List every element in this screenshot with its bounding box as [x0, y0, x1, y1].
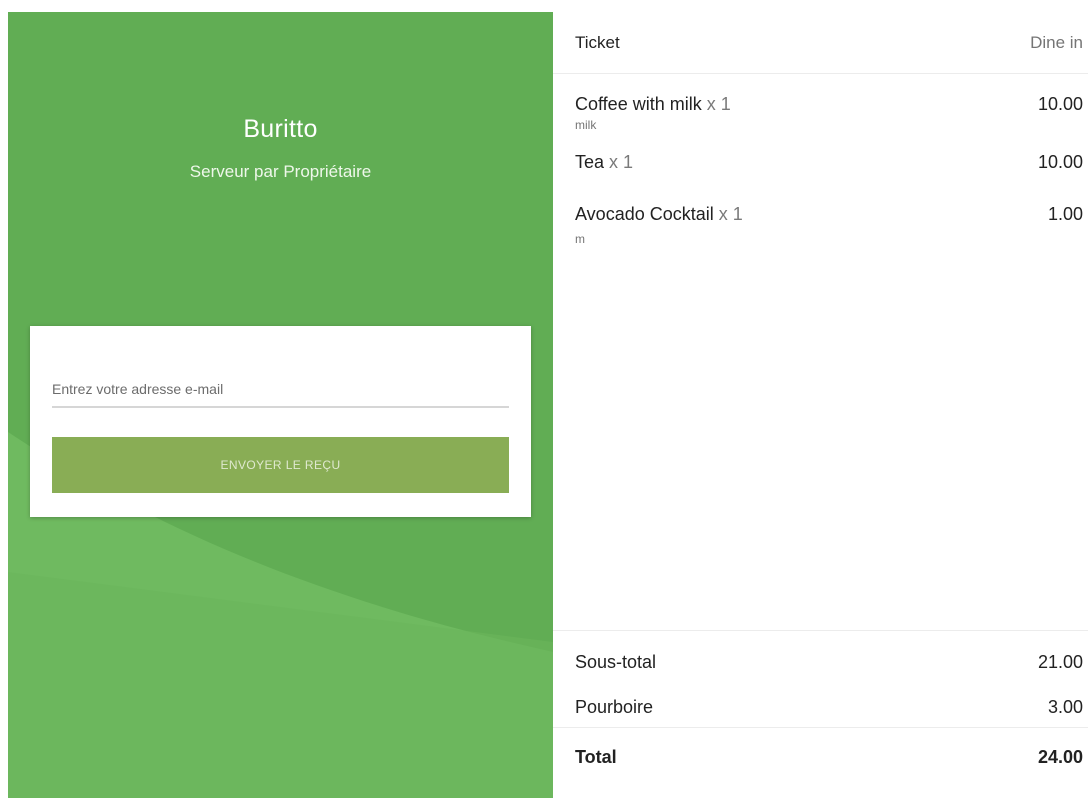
total-label: Total	[575, 747, 617, 767]
ticket-item-price: 10.00	[1037, 94, 1083, 114]
subtotal-label: Sous-total	[575, 652, 657, 672]
ticket-item-name: Avocado Cocktail	[575, 204, 714, 224]
ticket-panel: Ticket Dine in Coffee with milk x 1 milk…	[553, 12, 1088, 798]
ticket-item: Avocado Cocktail x 1 m 1.00	[553, 196, 1088, 266]
ticket-item-quantity: x 1	[718, 204, 743, 224]
ticket-item-price: 10.00	[1037, 152, 1083, 172]
dining-option: Dine in	[1030, 33, 1083, 52]
tip-value: 3.00	[1047, 697, 1083, 717]
ticket-item-price: 1.00	[1047, 204, 1083, 224]
ticket-item-name: Tea	[575, 152, 605, 172]
customer-display-panel: Buritto Serveur par Propriétaire ENVOYER…	[8, 12, 553, 798]
subtotal-value: 21.00	[1037, 652, 1083, 672]
ticket-item: Coffee with milk x 1 milk 10.00	[553, 74, 1088, 144]
ticket-item-quantity: x 1	[706, 94, 731, 114]
ticket-item-quantity: x 1	[609, 152, 634, 172]
send-receipt-button[interactable]: ENVOYER LE REÇU	[52, 437, 509, 493]
tip-label: Pourboire	[575, 697, 654, 717]
store-name: Buritto	[243, 115, 318, 143]
email-receipt-card: ENVOYER LE REÇU	[30, 326, 531, 517]
subtotal-row: Sous-total 21.00	[553, 652, 1088, 692]
total-row: Total 24.00	[553, 747, 1088, 787]
ticket-item-list: Coffee with milk x 1 milk 10.00 Tea x 1 …	[553, 74, 1088, 266]
ticket-item-line: Coffee with milk x 1	[575, 94, 731, 115]
ticket-item-note: m	[575, 232, 585, 246]
email-input[interactable]	[52, 372, 509, 408]
ticket-header: Ticket Dine in	[553, 12, 1088, 74]
ticket-item-name: Coffee with milk	[575, 94, 702, 114]
ticket-totals: Sous-total 21.00 Pourboire 3.00 Total 24…	[553, 630, 1088, 798]
ticket-item: Tea x 1 10.00	[553, 144, 1088, 196]
ticket-title: Ticket	[575, 33, 620, 52]
ticket-item-line: Tea x 1	[575, 152, 633, 173]
store-subtitle: Serveur par Propriétaire	[189, 162, 372, 181]
ticket-item-line: Avocado Cocktail x 1	[575, 204, 743, 225]
total-value: 24.00	[1037, 747, 1083, 767]
ticket-item-note: milk	[575, 118, 597, 132]
tip-row: Pourboire 3.00	[553, 697, 1088, 737]
total-divider	[553, 727, 1088, 728]
